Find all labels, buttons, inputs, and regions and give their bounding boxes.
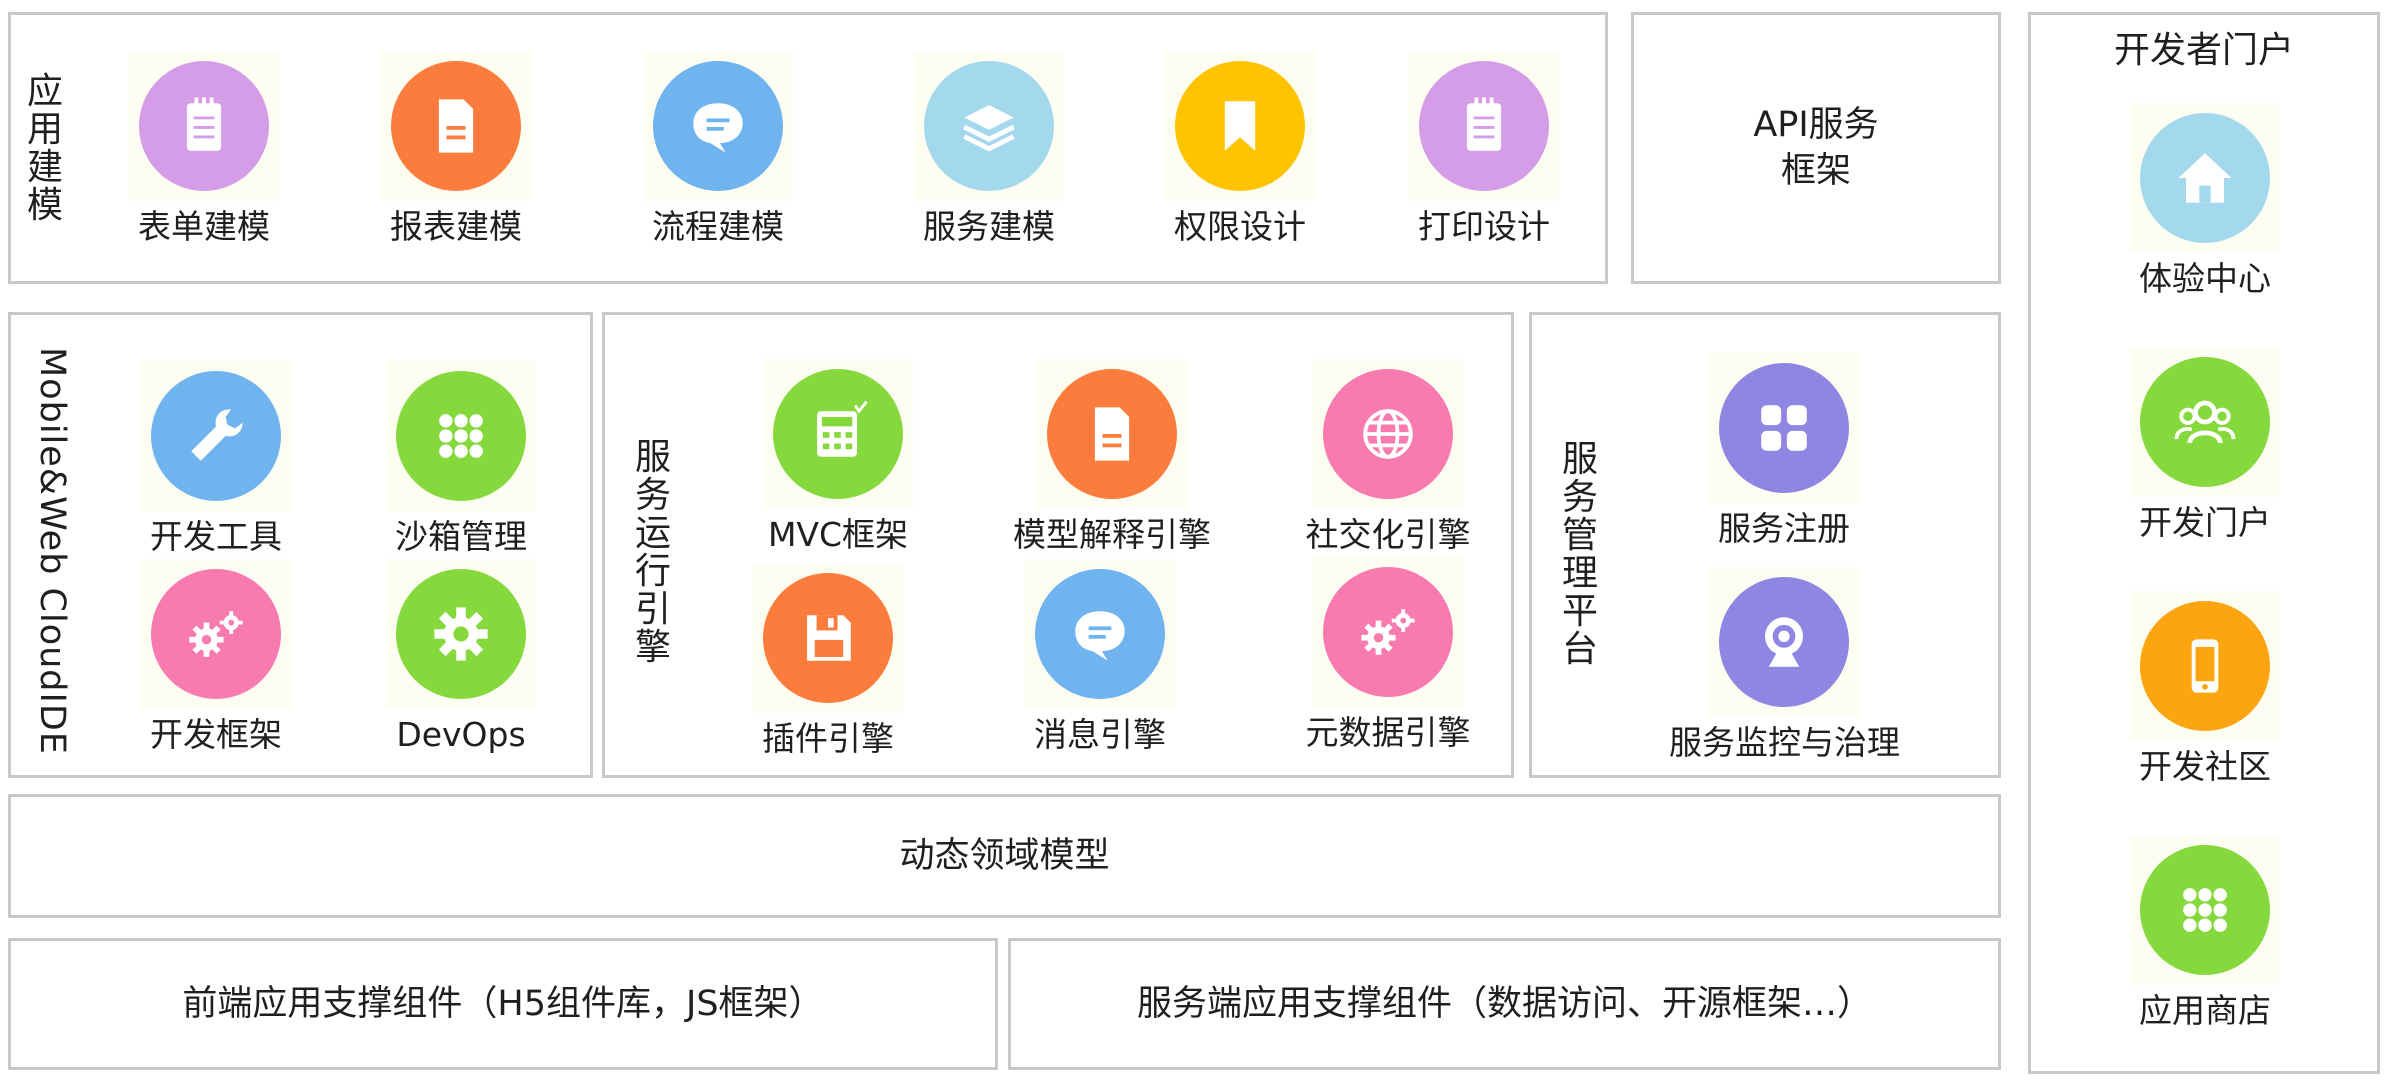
devops-label: DevOps bbox=[396, 715, 526, 754]
calculator-icon bbox=[817, 400, 868, 457]
mvc-framework-label: MVC框架 bbox=[767, 515, 909, 554]
social-engine[interactable]: 社交化引擎 bbox=[1273, 359, 1503, 555]
message-engine[interactable]: 消息引擎 bbox=[985, 559, 1215, 755]
process-modeling[interactable]: 流程建模 bbox=[603, 51, 833, 247]
chat-bubble-icon bbox=[1075, 611, 1125, 661]
dev-community-label: 开发社区 bbox=[2139, 747, 2271, 786]
service-registry-label: 服务注册 bbox=[1718, 509, 1850, 548]
message-engine-label: 消息引擎 bbox=[1034, 715, 1166, 754]
gears-icon bbox=[1361, 609, 1415, 655]
api-framework-line1: API服务 bbox=[1753, 105, 1879, 145]
cloud-ide-title: Mobile&Web CloudIDE bbox=[32, 347, 72, 755]
bookmark-icon bbox=[1224, 101, 1256, 151]
layers-icon bbox=[963, 105, 1015, 152]
dev-portal-label: 开发门户 bbox=[2139, 503, 2271, 542]
app-store-label: 应用商店 bbox=[2139, 991, 2271, 1030]
service-monitoring[interactable]: 服务监控与治理 bbox=[1669, 567, 1900, 763]
grid-icon bbox=[2183, 888, 2227, 932]
home-icon bbox=[2178, 153, 2232, 203]
print-design[interactable]: 打印设计 bbox=[1369, 51, 1599, 247]
process-modeling-label: 流程建模 bbox=[652, 207, 784, 246]
document-icon bbox=[438, 99, 474, 153]
dev-portal[interactable]: 开发门户 bbox=[2090, 347, 2320, 543]
app-store[interactable]: 应用商店 bbox=[2090, 835, 2320, 1031]
frontend-support-label: 前端应用支撑组件（H5组件库，JS框架） bbox=[182, 984, 824, 1024]
floppy-icon bbox=[807, 615, 851, 661]
api-framework-line2: 框架 bbox=[1780, 151, 1851, 191]
smartphone-icon bbox=[2191, 639, 2219, 693]
frontend-support-bar[interactable]: 前端应用支撑组件（H5组件库，JS框架） bbox=[8, 938, 998, 1070]
service-mgmt-title: 服务管理平台 bbox=[1561, 439, 1598, 670]
model-interpreter-engine[interactable]: 模型解释引擎 bbox=[997, 359, 1227, 555]
permission-design[interactable]: 权限设计 bbox=[1125, 51, 1355, 247]
service-registry[interactable]: 服务注册 bbox=[1669, 353, 1899, 549]
mvc-framework[interactable]: MVC框架 bbox=[723, 359, 953, 555]
form-modeling-label: 表单建模 bbox=[138, 207, 270, 246]
dev-tools[interactable]: 开发工具 bbox=[101, 361, 331, 557]
permission-design-label: 权限设计 bbox=[1174, 207, 1306, 246]
service-monitoring-label: 服务监控与治理 bbox=[1669, 723, 1900, 762]
plugin-engine[interactable]: 插件引擎 bbox=[713, 563, 943, 759]
runtime-engine-title: 服务运行引擎 bbox=[634, 437, 671, 668]
form-modeling[interactable]: 表单建模 bbox=[89, 51, 319, 247]
api-framework-panel[interactable]: API服务 框架 bbox=[1631, 12, 2001, 284]
model-interpreter-engine-label: 模型解释引擎 bbox=[1013, 515, 1211, 554]
experience-center[interactable]: 体验中心 bbox=[2090, 103, 2320, 299]
webcam-icon bbox=[1765, 617, 1803, 667]
app-modeling-panel: 应用建模 表单建模 报表建模 流程建模 服务建模 权限设计 打印设计 bbox=[8, 12, 1608, 284]
cloud-ide-panel: Mobile&Web CloudIDE 开发工具 沙箱管理 开发框架 DevOp… bbox=[8, 312, 593, 778]
report-modeling[interactable]: 报表建模 bbox=[341, 51, 571, 247]
backend-support-bar[interactable]: 服务端应用支撑组件（数据访问、开源框架…） bbox=[1008, 938, 2001, 1070]
grid-icon bbox=[439, 414, 483, 458]
service-mgmt-panel: 服务管理平台 服务注册 服务监控与治理 bbox=[1529, 312, 2001, 778]
metadata-engine-label: 元数据引擎 bbox=[1305, 713, 1471, 752]
notepad-icon bbox=[1466, 97, 1502, 151]
dev-framework-label: 开发框架 bbox=[150, 715, 282, 754]
dev-community[interactable]: 开发社区 bbox=[2090, 591, 2320, 787]
backend-support-label: 服务端应用支撑组件（数据访问、开源框架…） bbox=[1136, 984, 1872, 1024]
sandbox-mgmt[interactable]: 沙箱管理 bbox=[346, 361, 576, 557]
users-icon bbox=[2174, 400, 2236, 444]
notepad-icon bbox=[186, 97, 222, 151]
globe-icon bbox=[1363, 409, 1413, 459]
domain-model-bar[interactable]: 动态领域模型 bbox=[8, 794, 2001, 918]
wrench-icon bbox=[191, 409, 243, 461]
domain-model-label: 动态领域模型 bbox=[899, 836, 1110, 876]
developer-portal-panel: 开发者门户 体验中心 开发门户 开发社区 应用商店 bbox=[2028, 12, 2380, 1074]
runtime-engine-panel: 服务运行引擎 MVC框架 模型解释引擎 社交化引擎 插件引擎 消息引擎 元数据引… bbox=[602, 312, 1514, 778]
report-modeling-label: 报表建模 bbox=[390, 207, 522, 246]
gears-icon bbox=[189, 611, 243, 657]
service-modeling-label: 服务建模 bbox=[923, 207, 1055, 246]
devops[interactable]: DevOps bbox=[346, 559, 576, 755]
plugin-engine-label: 插件引擎 bbox=[762, 719, 894, 758]
developer-portal-title: 开发者门户 bbox=[2113, 30, 2294, 71]
document-icon bbox=[1094, 407, 1130, 461]
print-design-label: 打印设计 bbox=[1418, 207, 1550, 246]
apps-icon bbox=[1761, 405, 1807, 451]
gear-icon bbox=[434, 607, 488, 661]
chat-bubble-icon bbox=[693, 103, 743, 153]
service-modeling[interactable]: 服务建模 bbox=[874, 51, 1104, 247]
dev-framework[interactable]: 开发框架 bbox=[101, 559, 331, 755]
app-modeling-title: 应用建模 bbox=[26, 71, 63, 226]
sandbox-mgmt-label: 沙箱管理 bbox=[395, 517, 527, 556]
metadata-engine[interactable]: 元数据引擎 bbox=[1273, 557, 1503, 753]
experience-center-label: 体验中心 bbox=[2139, 259, 2271, 298]
dev-tools-label: 开发工具 bbox=[150, 517, 282, 556]
social-engine-label: 社交化引擎 bbox=[1305, 515, 1471, 554]
